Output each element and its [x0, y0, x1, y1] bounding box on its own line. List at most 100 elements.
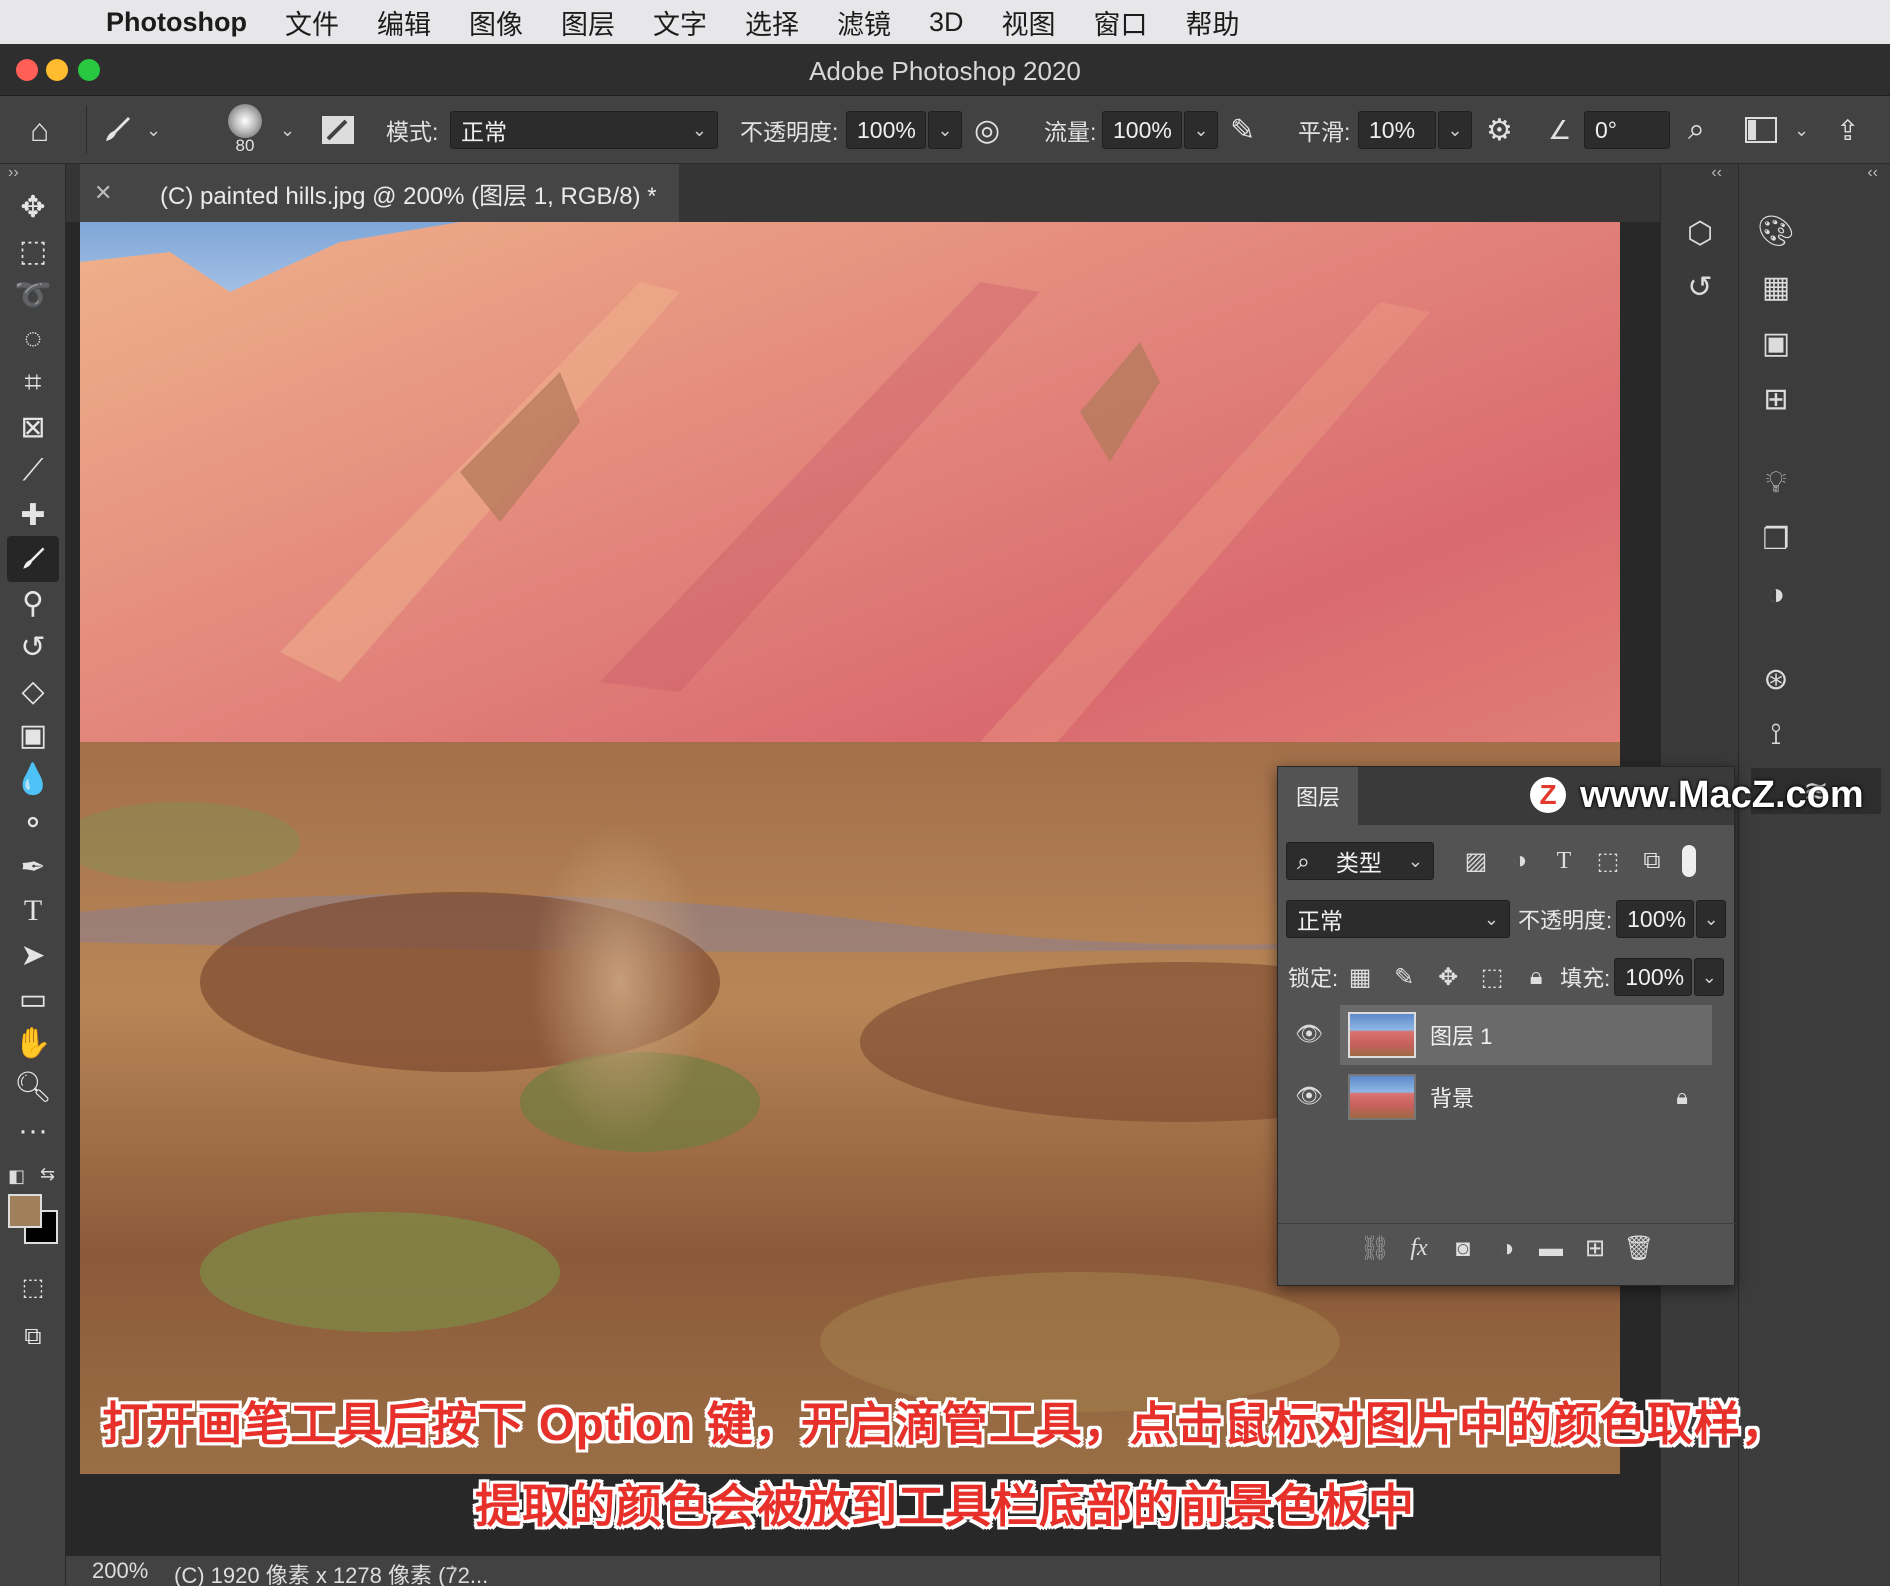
opacity-dropdown[interactable]: ⌄ [928, 111, 962, 149]
layer-name[interactable]: 背景 [1430, 1081, 1474, 1113]
layer-opacity-dropdown[interactable]: ⌄ [1696, 900, 1727, 938]
flow-input[interactable]: 100% [1102, 111, 1182, 149]
link-layers-icon[interactable]: ⛓ [1353, 1234, 1397, 1263]
new-layer-icon[interactable]: ⊞ [1573, 1234, 1617, 1263]
type-tool-icon[interactable]: T [7, 888, 59, 934]
layers-tab[interactable]: 图层 [1278, 767, 1358, 825]
color-panel-icon[interactable]: 🎨︎ [1753, 208, 1799, 254]
chevron-right-icon[interactable]: › [450, 1556, 457, 1582]
crop-tool-icon[interactable]: ⌗ [7, 360, 59, 406]
libraries-panel-icon[interactable]: ❐ [1753, 516, 1799, 562]
lock-position-icon[interactable]: ✥ [1426, 963, 1470, 992]
menu-help[interactable]: 帮助 [1186, 3, 1240, 42]
layer-row[interactable]: 背景 🔒︎ [1340, 1067, 1712, 1127]
hand-tool-icon[interactable]: ✋ [7, 1020, 59, 1066]
menu-type[interactable]: 文字 [653, 3, 707, 42]
blend-mode-select[interactable]: 正常 ⌄ [1286, 900, 1510, 938]
lock-artboard-icon[interactable]: ⬚ [1470, 963, 1514, 992]
menu-window[interactable]: 窗口 [1094, 3, 1148, 42]
expand-toolbar-icon[interactable]: ›› [8, 164, 19, 182]
history-panel-icon[interactable]: ↺ [1677, 264, 1723, 310]
clone-stamp-tool-icon[interactable]: ⚲ [7, 580, 59, 626]
delete-layer-icon[interactable]: 🗑︎ [1617, 1234, 1661, 1263]
lasso-tool-icon[interactable]: ➰ [7, 272, 59, 318]
zoom-tool-icon[interactable]: 🔍︎ [7, 1064, 59, 1110]
menu-select[interactable]: 选择 [745, 3, 799, 42]
document-tab[interactable]: ✕ (C) painted hills.jpg @ 200% (图层 1, RG… [80, 164, 679, 222]
3d-panel-icon[interactable]: ⬡ [1677, 210, 1723, 256]
brush-size-caret[interactable]: ⌄ [280, 96, 295, 164]
swatches-panel-icon[interactable]: ▦ [1753, 264, 1799, 310]
gradients-panel-icon[interactable]: ▣ [1753, 320, 1799, 366]
menu-layer[interactable]: 图层 [561, 3, 615, 42]
document-info[interactable]: (C) 1920 像素 x 1278 像素 (72... [174, 1558, 488, 1586]
share-icon[interactable]: ⇪ [1836, 96, 1859, 164]
angle-input[interactable]: 0° [1584, 111, 1670, 149]
filter-type-icon[interactable]: T [1542, 848, 1586, 875]
screen-mode-icon[interactable]: ⧉ [7, 1314, 59, 1360]
fill-dropdown[interactable]: ⌄ [1694, 958, 1725, 996]
menu-view[interactable]: 视图 [1002, 3, 1056, 42]
lock-transparency-icon[interactable]: ▦ [1338, 963, 1382, 992]
eraser-tool-icon[interactable]: ◇ [7, 668, 59, 714]
mode-select[interactable]: 正常 ⌄ [450, 111, 718, 149]
brush-tool-icon[interactable] [7, 536, 59, 582]
home-icon[interactable]: ⌂ [30, 96, 49, 164]
filter-smart-object-icon[interactable]: ⧉ [1630, 847, 1674, 875]
smoothing-input[interactable]: 10% [1358, 111, 1436, 149]
flow-dropdown[interactable]: ⌄ [1184, 111, 1218, 149]
foreground-color-swatch[interactable] [8, 1194, 42, 1228]
paths-panel-icon[interactable]: ⟟ [1753, 712, 1799, 758]
opacity-input[interactable]: 100% [846, 111, 926, 149]
adjustments-panel-icon[interactable]: ◑ [1753, 572, 1799, 618]
layer-name[interactable]: 图层 1 [1430, 1019, 1492, 1051]
menu-image[interactable]: 图像 [469, 3, 523, 42]
channels-panel-icon[interactable]: ⊛ [1753, 656, 1799, 702]
marquee-tool-icon[interactable]: ⬚ [7, 228, 59, 274]
layer-lock-icon[interactable]: 🔒︎ [1676, 1084, 1688, 1110]
filter-shape-icon[interactable]: ⬚ [1586, 847, 1630, 876]
collapse-dock-icon[interactable]: ‹‹ [1711, 164, 1722, 182]
add-mask-icon[interactable]: ◙ [1441, 1235, 1485, 1263]
default-colors-icon[interactable]: ◧ [8, 1166, 25, 1187]
layer-opacity-input[interactable]: 100% [1616, 900, 1695, 938]
rectangle-tool-icon[interactable]: ▭ [7, 976, 59, 1022]
lock-image-icon[interactable]: ✎ [1382, 963, 1426, 992]
layer-filter-select[interactable]: ⌕ 类型 ⌄ [1286, 842, 1434, 880]
learn-panel-icon[interactable]: 💡︎ [1753, 460, 1799, 506]
lock-all-icon[interactable]: 🔒︎ [1514, 963, 1558, 991]
swap-colors-icon[interactable]: ⇆ [40, 1164, 55, 1185]
zoom-level[interactable]: 200% [92, 1558, 148, 1584]
pen-tool-icon[interactable]: ✒ [7, 844, 59, 890]
dodge-tool-icon[interactable]: ⚬ [7, 800, 59, 846]
fx-icon[interactable]: fx [1397, 1235, 1441, 1262]
menu-app-name[interactable]: Photoshop [106, 7, 247, 38]
new-group-icon[interactable]: ▬ [1529, 1235, 1573, 1263]
airbrush-icon[interactable]: ✎ [1230, 96, 1255, 164]
healing-brush-tool-icon[interactable]: ✚ [7, 492, 59, 538]
visibility-eye-icon[interactable]: 👁︎ [1292, 1017, 1326, 1051]
menu-edit[interactable]: 编辑 [377, 3, 431, 42]
menu-filter[interactable]: 滤镜 [837, 3, 891, 42]
gradient-tool-icon[interactable]: ▣ [7, 712, 59, 758]
visibility-eye-icon[interactable]: 👁︎ [1292, 1079, 1326, 1113]
frame-tool-icon[interactable]: ⊠ [7, 404, 59, 450]
eyedropper-tool-icon[interactable]: ⟋ [7, 448, 59, 494]
collapse-panels-icon[interactable]: ‹‹ [1867, 164, 1878, 182]
filter-toggle[interactable] [1682, 845, 1696, 877]
layer-row[interactable]: 图层 1 [1340, 1005, 1712, 1065]
new-adjustment-layer-icon[interactable]: ◑ [1485, 1235, 1529, 1263]
smoothing-dropdown[interactable]: ⌄ [1438, 111, 1472, 149]
filter-adjustment-icon[interactable]: ◑ [1498, 847, 1542, 875]
path-selection-tool-icon[interactable]: ➤ [7, 932, 59, 978]
close-tab-icon[interactable]: ✕ [94, 180, 112, 206]
quick-selection-tool-icon[interactable]: ◌ [7, 316, 59, 362]
more-tools-icon[interactable]: ··· [7, 1108, 59, 1154]
gear-icon[interactable]: ⚙ [1486, 96, 1513, 164]
quick-mask-icon[interactable]: ⬚ [7, 1264, 59, 1310]
filter-pixel-icon[interactable]: ▨ [1454, 847, 1498, 876]
brush-size-picker[interactable]: 80 [228, 96, 262, 164]
pressure-opacity-icon[interactable]: ◎ [974, 96, 1000, 164]
workspace-icon[interactable]: ⌄ [1744, 96, 1809, 164]
blur-tool-icon[interactable]: 💧 [7, 756, 59, 802]
